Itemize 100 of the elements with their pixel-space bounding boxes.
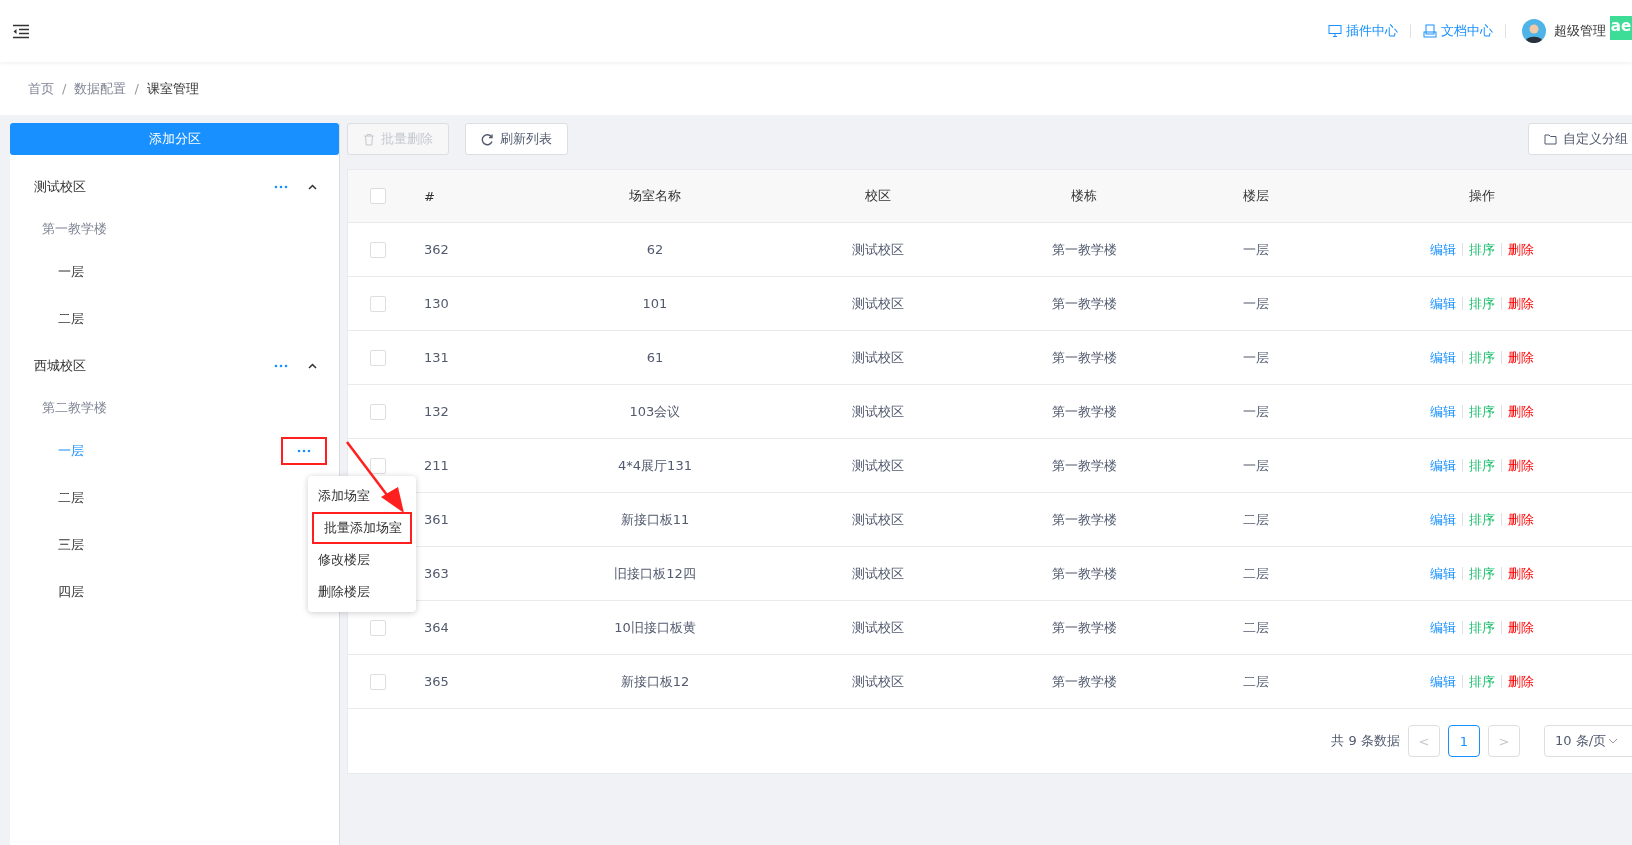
floor-item[interactable]: 一层 <box>58 262 84 281</box>
table-cell-text: 362 <box>423 242 450 257</box>
action-link[interactable]: 删除 <box>1508 240 1534 259</box>
chevron-down-icon <box>1608 738 1619 744</box>
action-link[interactable]: 删除 <box>1508 618 1534 637</box>
campus-item[interactable]: 测试校区 <box>34 177 86 196</box>
trash-icon <box>363 132 375 146</box>
table-cell-text: 363 <box>423 566 450 581</box>
floor-item[interactable]: 二层 <box>58 488 84 507</box>
action-link[interactable]: 编辑 <box>1430 294 1456 313</box>
custom-group-button[interactable]: 自定义分组 <box>1528 123 1632 155</box>
floor-item[interactable]: 三层 <box>58 535 84 554</box>
floor-item[interactable]: 四层 <box>58 582 84 601</box>
page-size-select[interactable]: 10 条/页 <box>1544 725 1632 757</box>
action-link[interactable]: 删除 <box>1508 456 1534 475</box>
table-cell-text: 二层 <box>1242 564 1270 583</box>
menu-item[interactable]: 添加场室 <box>308 480 416 512</box>
action-link[interactable]: 排序 <box>1469 240 1495 259</box>
action-link[interactable]: 删除 <box>1508 672 1534 691</box>
table-cell-text: 新接口板11 <box>619 510 691 529</box>
table-cell-text: 第一教学楼 <box>1050 672 1118 691</box>
floor-item[interactable]: 一层 <box>58 441 84 460</box>
checkbox[interactable] <box>370 188 386 204</box>
column-header: 楼栋 <box>1070 187 1098 205</box>
action-link[interactable]: 编辑 <box>1430 510 1456 529</box>
chevron-up-icon[interactable] <box>308 362 317 369</box>
table-cell-text: 一层 <box>1242 348 1270 367</box>
action-link[interactable]: 编辑 <box>1430 564 1456 583</box>
table-cell-text: 旧接口板12四 <box>613 564 697 583</box>
header-link[interactable]: 文档中心 <box>1411 22 1505 40</box>
table-cell-text: 测试校区 <box>851 402 905 421</box>
column-header: 操作 <box>1468 187 1496 205</box>
action-link[interactable]: 排序 <box>1469 294 1495 313</box>
action-link[interactable]: 排序 <box>1469 348 1495 367</box>
action-link[interactable]: 编辑 <box>1430 240 1456 259</box>
breadcrumb-link[interactable]: 首页 <box>28 79 54 98</box>
action-link[interactable]: 删除 <box>1508 348 1534 367</box>
table-cell-text: 132 <box>423 404 450 419</box>
header-link[interactable]: 插件中心 <box>1316 22 1410 40</box>
action-link[interactable]: 排序 <box>1469 672 1495 691</box>
checkbox[interactable] <box>370 349 386 366</box>
menu-item[interactable]: 删除楼层 <box>308 576 416 608</box>
toolbar-button[interactable]: 刷新列表 <box>465 123 568 155</box>
table-cell-text: 103会议 <box>628 402 682 421</box>
table-cell-text: 新接口板12 <box>619 672 691 691</box>
folder-icon <box>1544 133 1557 145</box>
checkbox[interactable] <box>370 673 386 690</box>
checkbox[interactable] <box>370 295 386 312</box>
action-link[interactable]: 删除 <box>1508 294 1534 313</box>
table-cell-text: 211 <box>423 458 450 473</box>
menu-item[interactable]: 批量添加场室 <box>312 512 412 544</box>
action-link[interactable]: 排序 <box>1469 510 1495 529</box>
table-cell-text: 一层 <box>1242 240 1270 259</box>
action-link[interactable]: 排序 <box>1469 618 1495 637</box>
campus-item[interactable]: 西城校区 <box>34 356 86 375</box>
action-link[interactable]: 排序 <box>1469 564 1495 583</box>
floor-item[interactable]: 二层 <box>58 309 84 328</box>
user-name[interactable]: 超级管理 <box>1554 22 1606 40</box>
table-cell-text: 测试校区 <box>851 672 905 691</box>
breadcrumb-link[interactable]: 数据配置 <box>74 79 127 98</box>
table-cell-text: 测试校区 <box>851 564 905 583</box>
table-cell-text: 测试校区 <box>851 294 905 313</box>
menu-fold-icon[interactable] <box>12 23 30 39</box>
table-cell-text: 二层 <box>1242 510 1270 529</box>
action-link[interactable]: 排序 <box>1469 456 1495 475</box>
action-link[interactable]: 删除 <box>1508 564 1534 583</box>
chevron-up-icon[interactable] <box>308 183 317 190</box>
action-link[interactable]: 编辑 <box>1430 402 1456 421</box>
table-cell-text: 一层 <box>1242 294 1270 313</box>
action-link[interactable]: 删除 <box>1508 510 1534 529</box>
table-cell-text: 130 <box>423 296 450 311</box>
table-cell-text: 测试校区 <box>851 240 905 259</box>
more-icon[interactable] <box>297 448 311 453</box>
table-cell-text: 第一教学楼 <box>1050 240 1118 259</box>
action-link[interactable]: 编辑 <box>1430 348 1456 367</box>
more-icon[interactable] <box>274 184 288 189</box>
column-header: 场室名称 <box>628 187 682 205</box>
monitor-icon <box>1328 24 1342 38</box>
action-link[interactable]: 编辑 <box>1430 618 1456 637</box>
avatar[interactable] <box>1522 19 1546 43</box>
page-button[interactable]: 1 <box>1448 725 1480 757</box>
more-icon[interactable] <box>274 363 288 368</box>
table-cell-text: 二层 <box>1242 672 1270 691</box>
action-link[interactable]: 排序 <box>1469 402 1495 421</box>
document-icon <box>1423 24 1437 38</box>
action-link[interactable]: 删除 <box>1508 402 1534 421</box>
building-item[interactable]: 第二教学楼 <box>42 399 107 417</box>
checkbox[interactable] <box>370 403 386 420</box>
checkbox[interactable] <box>370 457 386 474</box>
checkbox[interactable] <box>370 619 386 636</box>
checkbox[interactable] <box>370 241 386 258</box>
action-link[interactable]: 编辑 <box>1430 672 1456 691</box>
action-link[interactable]: 编辑 <box>1430 456 1456 475</box>
menu-item[interactable]: 修改楼层 <box>308 544 416 576</box>
building-item[interactable]: 第一教学楼 <box>42 220 107 238</box>
table-cell-text: 测试校区 <box>851 510 905 529</box>
table-cell-text: 第一教学楼 <box>1050 348 1118 367</box>
table-cell-text: 365 <box>423 674 450 689</box>
total-count: 共 9 条数据 <box>1331 732 1400 750</box>
add-zone-button[interactable]: 添加分区 <box>10 123 339 155</box>
